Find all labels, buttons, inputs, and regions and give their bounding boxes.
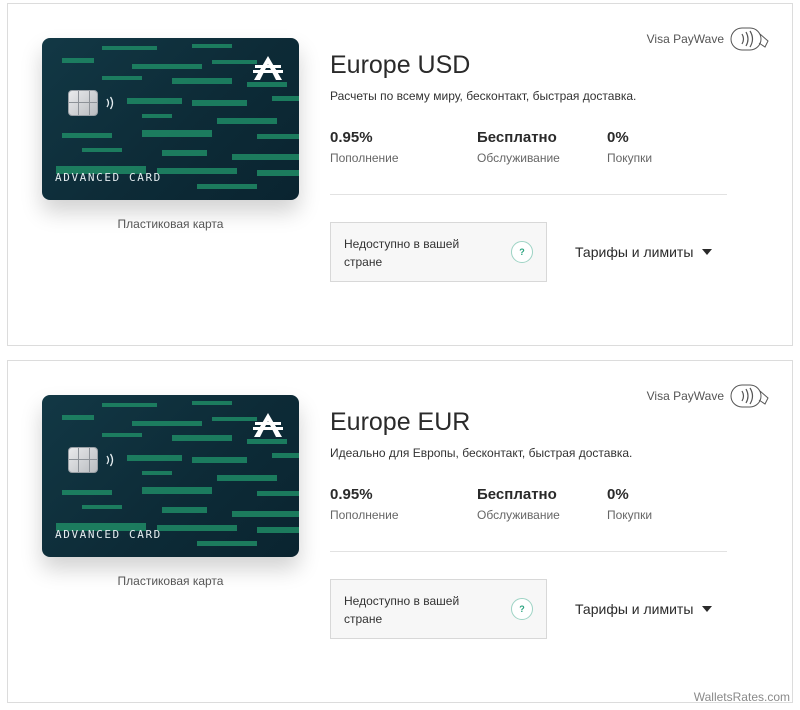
card-chip-icon <box>68 447 98 473</box>
advcash-logo-icon <box>253 56 283 80</box>
stat-service: Бесплатно Обслуживание <box>477 129 560 165</box>
paywave-label: Visa PayWave <box>646 389 724 403</box>
stat-purchases: 0% Покупки <box>607 486 652 522</box>
caret-down-icon <box>702 249 713 255</box>
caret-down-icon <box>702 606 713 612</box>
card-caption: Пластиковая карта <box>117 574 224 588</box>
stat-value: 0% <box>607 486 629 503</box>
card-product-panel: Visa PayWave ADVANCED CARD Пластиковая к… <box>7 360 793 703</box>
divider <box>330 551 727 552</box>
watermark: WalletsRates.com <box>693 690 790 704</box>
unavailable-notice: Недоступно в вашей стране ? <box>330 579 547 639</box>
tariffs-label: Тарифы и лимиты <box>575 601 694 617</box>
paywave-badge: Visa PayWave <box>647 26 772 52</box>
card-description: Расчеты по всему миру, бесконтакт, быстр… <box>330 89 637 103</box>
stat-value: 0% <box>607 129 629 146</box>
stat-label: Пополнение <box>330 151 399 165</box>
stat-label: Покупки <box>607 151 653 165</box>
stat-label: Пополнение <box>330 508 399 522</box>
stat-topup: 0.95% Пополнение <box>330 486 399 522</box>
stat-label: Обслуживание <box>477 508 560 522</box>
advcash-logo-icon <box>253 413 283 437</box>
contactless-paywave-icon <box>730 27 769 51</box>
paywave-badge: Visa PayWave <box>647 383 772 409</box>
tariffs-label: Тарифы и лимиты <box>575 244 694 260</box>
stat-value: Бесплатно <box>477 486 557 503</box>
card-caption: Пластиковая карта <box>117 217 224 231</box>
tariffs-and-limits-toggle[interactable]: Тарифы и лимиты <box>575 601 713 617</box>
card-face-text: ADVANCED CARD <box>55 171 162 184</box>
question-icon[interactable]: ? <box>511 598 533 620</box>
stat-service: Бесплатно Обслуживание <box>477 486 560 522</box>
card-description: Идеально для Европы, бесконтакт, быстрая… <box>330 446 633 460</box>
unavailable-text: Недоступно в вашей стране <box>344 594 460 626</box>
nfc-wave-icon <box>106 96 114 110</box>
card-title: Europe USD <box>330 51 471 79</box>
stat-label: Обслуживание <box>477 151 560 165</box>
stat-purchases: 0% Покупки <box>607 129 652 165</box>
paywave-label: Visa PayWave <box>646 32 724 46</box>
nfc-wave-icon <box>106 453 114 467</box>
card-title: Europe EUR <box>330 408 471 436</box>
card-chip-icon <box>68 90 98 116</box>
card-face-text: ADVANCED CARD <box>55 528 162 541</box>
stat-value: 0.95% <box>330 486 373 503</box>
stat-topup: 0.95% Пополнение <box>330 129 399 165</box>
stat-value: 0.95% <box>330 129 373 146</box>
question-icon[interactable]: ? <box>511 241 533 263</box>
unavailable-notice: Недоступно в вашей стране ? <box>330 222 547 282</box>
tariffs-and-limits-toggle[interactable]: Тарифы и лимиты <box>575 244 713 260</box>
stat-value: Бесплатно <box>477 129 557 146</box>
card-product-panel: Visa PayWave ADVANCED CARD Пластиковая к… <box>7 3 793 346</box>
card-image: ADVANCED CARD <box>42 395 299 557</box>
unavailable-text: Недоступно в вашей стране <box>344 237 460 269</box>
stat-label: Покупки <box>607 508 653 522</box>
contactless-paywave-icon <box>730 384 769 408</box>
card-image: ADVANCED CARD <box>42 38 299 200</box>
divider <box>330 194 727 195</box>
